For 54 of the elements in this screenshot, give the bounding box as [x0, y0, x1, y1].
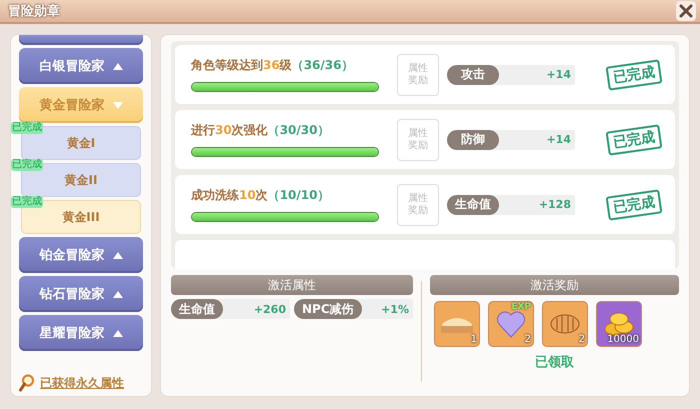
section-header: 激活属性	[171, 275, 413, 295]
item-tag: EXP	[511, 302, 531, 312]
heart-icon	[496, 309, 526, 339]
reward-label: 属性	[408, 192, 428, 204]
item-count: 10000	[607, 334, 639, 345]
sidebar-group[interactable]: 铂金冒险家	[19, 237, 143, 273]
close-button[interactable]	[676, 1, 696, 21]
reward-item[interactable]: 10000	[596, 301, 642, 347]
caret-icon	[112, 62, 122, 70]
stat-name: 防御	[447, 130, 499, 150]
sidebar-group[interactable]: 星耀冒险家	[19, 315, 143, 351]
stat-name: 生命值	[171, 299, 223, 319]
completed-badge: 已完成	[11, 159, 43, 171]
reward-item[interactable]: 2	[542, 301, 588, 347]
sidebar-group[interactable]: 白银冒险家	[19, 48, 143, 84]
item-count: 1	[470, 334, 477, 345]
task-title: 进行30次强化（30/30）	[191, 122, 330, 139]
sidebar-group[interactable]: 黄金冒险家	[19, 87, 143, 123]
caret-icon	[112, 252, 122, 258]
caret-icon	[112, 290, 122, 298]
task-title: 成功洗练10次（10/10）	[191, 187, 330, 204]
stat-name: 生命值	[447, 194, 499, 214]
task-title: 角色等级达到36级（36/36）	[191, 57, 354, 74]
caret-icon	[112, 102, 122, 108]
reward-label: 奖励	[408, 74, 428, 86]
stat-name: 攻击	[447, 64, 499, 84]
stat-bonus: +14	[545, 68, 572, 81]
completed-stamp: 已完成	[606, 58, 662, 90]
completed-stamp: 已完成	[606, 124, 662, 156]
stat-bonus: +260	[252, 302, 287, 316]
section-header: 激活奖励	[430, 275, 679, 295]
stat-bonus: +14	[545, 133, 572, 146]
claimed-status: 已领取	[535, 354, 574, 371]
reward-label: 属性	[408, 62, 428, 74]
caret-icon	[112, 330, 122, 336]
permanent-attributes-link[interactable]: 已获得永久属性	[40, 374, 124, 392]
reward-item[interactable]: 1	[434, 301, 480, 347]
item-count: 2	[578, 334, 585, 345]
reward-label: 属性	[408, 128, 428, 140]
reward-item[interactable]: EXP 2	[488, 301, 534, 347]
item-count: 2	[524, 334, 531, 345]
sidebar-group[interactable]: 钻石冒险家	[19, 276, 143, 312]
reward-label: 奖励	[408, 140, 428, 152]
stat-name: NPC减伤	[294, 299, 362, 319]
completed-badge: 已完成	[11, 196, 43, 208]
bread-icon	[549, 312, 581, 336]
completed-stamp: 已完成	[606, 188, 662, 220]
close-icon	[679, 4, 693, 18]
reward-label: 奖励	[408, 204, 428, 216]
stat-bonus: +1%	[380, 302, 410, 316]
stat-bonus: +128	[538, 198, 572, 211]
search-icon	[19, 374, 35, 392]
completed-badge: 已完成	[11, 122, 43, 134]
window-title: 冒险勋章	[8, 2, 60, 20]
